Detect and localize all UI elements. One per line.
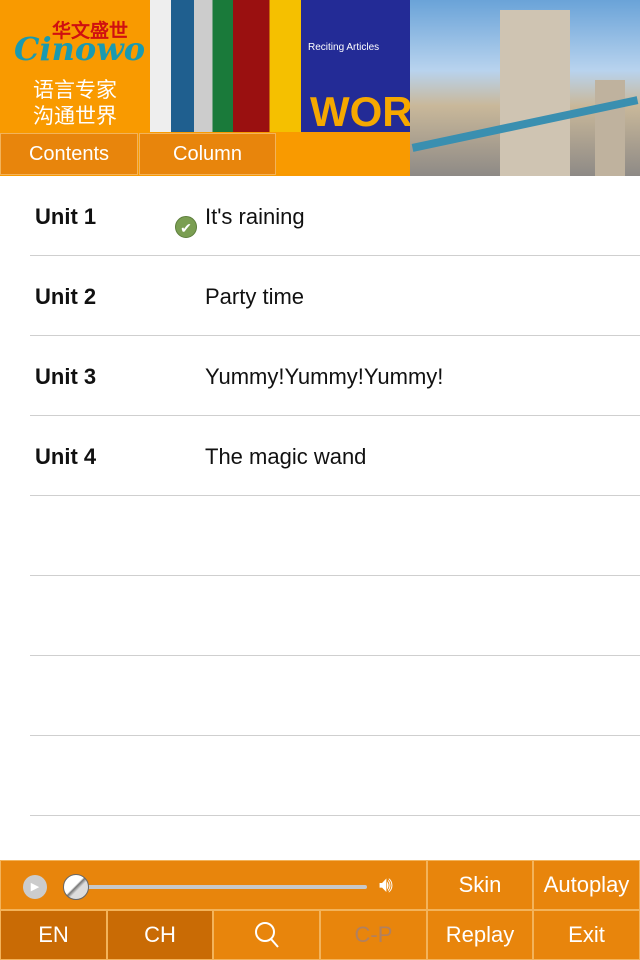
unit-row-2[interactable]: Unit 2 Party time [30, 256, 640, 336]
unit-label: Unit 2 [35, 284, 97, 309]
unit-title: The magic wand [205, 444, 367, 469]
en-button[interactable]: EN [0, 910, 107, 960]
play-icon[interactable]: ▶ [23, 875, 47, 899]
checkmark-icon: ✔ [175, 216, 197, 238]
bottom-toolbar: ▶ 🔊︎ Skin Autoplay EN CH C-P Replay Exit [0, 860, 640, 960]
photo-tower-2 [595, 80, 625, 176]
logo-english: Cinowo [14, 30, 146, 68]
book-covers-banner: Reciting Articles WORD [150, 0, 443, 135]
unit-row-3[interactable]: Unit 3 Yummy!Yummy!Yummy! [30, 336, 640, 416]
book-title: Reciting Articles [308, 42, 380, 53]
tab-bar: Contents Column [0, 132, 410, 176]
unit-label: Unit 1 [35, 204, 97, 229]
unit-title: Party time [205, 284, 305, 309]
ch-button[interactable]: CH [107, 910, 213, 960]
progress-slider[interactable] [77, 885, 367, 889]
unit-row-4[interactable]: Unit 4 The magic wand [30, 416, 640, 496]
slider-knob[interactable] [63, 874, 89, 900]
tower-bridge-photo [410, 0, 640, 176]
slogan-line-2: 沟通世界 [33, 105, 117, 128]
exit-button[interactable]: Exit [533, 910, 640, 960]
speaker-icon[interactable]: 🔊︎ [379, 872, 393, 898]
brand-logo: 华文盛世 Cinowo 语言专家 沟通世界 [0, 0, 150, 132]
empty-row [30, 496, 640, 576]
unit-row-1[interactable]: Unit 1 ✔ It's raining [30, 176, 640, 256]
unit-list: Unit 1 ✔ It's raining Unit 2 Party time … [0, 176, 640, 816]
unit-label: Unit 3 [35, 364, 97, 389]
replay-button[interactable]: Replay [427, 910, 533, 960]
empty-row [30, 736, 640, 816]
header: 华文盛世 Cinowo 语言专家 沟通世界 Reciting Articles … [0, 0, 640, 176]
search-icon [254, 922, 279, 948]
skin-button[interactable]: Skin [427, 860, 533, 910]
autoplay-button[interactable]: Autoplay [533, 860, 640, 910]
search-button[interactable] [213, 910, 320, 960]
empty-row [30, 656, 640, 736]
cp-button[interactable]: C-P [320, 910, 427, 960]
empty-row [30, 576, 640, 656]
photo-tower [500, 10, 570, 176]
unit-title: It's raining [205, 204, 305, 229]
tab-contents[interactable]: Contents [0, 133, 138, 175]
tab-column[interactable]: Column [139, 133, 276, 175]
unit-label: Unit 4 [35, 444, 97, 469]
audio-player: ▶ 🔊︎ [0, 860, 427, 910]
unit-title: Yummy!Yummy!Yummy! [205, 364, 444, 389]
